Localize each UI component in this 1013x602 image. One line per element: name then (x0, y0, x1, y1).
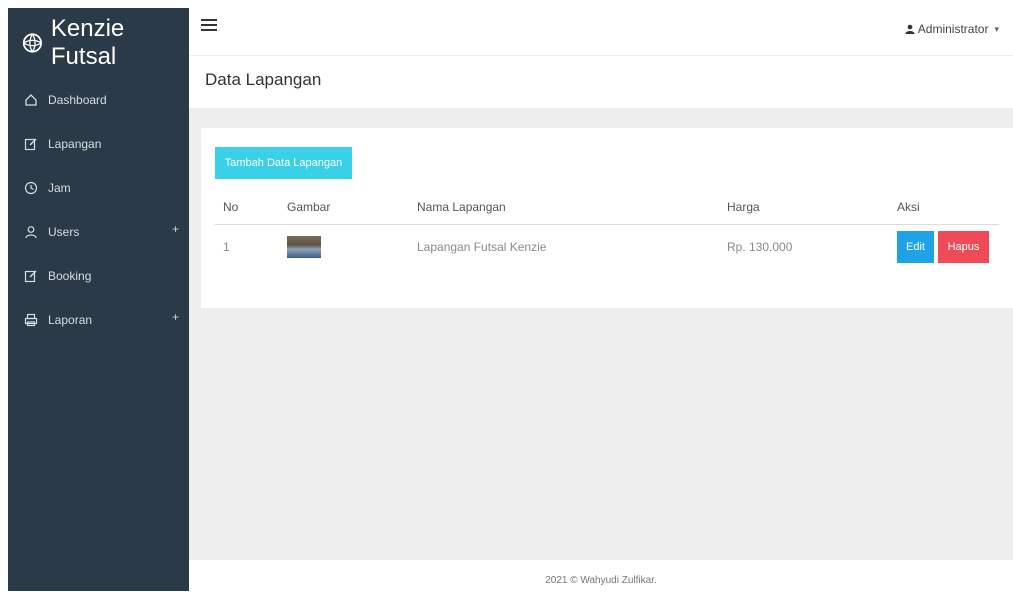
footer: 2021 © Wahyudi Zulfikar. (189, 560, 1013, 591)
column-header-harga: Harga (719, 190, 889, 225)
clock-icon (24, 181, 38, 195)
add-lapangan-button[interactable]: Tambah Data Lapangan (215, 147, 352, 179)
column-header-nama: Nama Lapangan (409, 190, 719, 225)
user-icon (905, 24, 915, 34)
cell-no: 1 (223, 240, 230, 254)
cell-harga: Rp. 130.000 (727, 240, 793, 254)
user-name: Administrator (917, 22, 989, 36)
lapangan-thumbnail (287, 236, 321, 258)
sidebar-item-lapangan[interactable]: Lapangan (8, 122, 189, 166)
table-header-row: No Gambar Nama Lapangan Harga Aksi (215, 190, 999, 225)
brand-name: Kenzie Futsal (50, 15, 125, 70)
table-row: 1 Lapangan Futsal Kenzie Rp. 130.000 Edi… (215, 225, 999, 270)
sidebar-item-booking[interactable]: Booking (8, 254, 189, 298)
menu-toggle-icon[interactable] (201, 19, 217, 33)
users-icon (25, 226, 37, 239)
cell-aksi: Edit Hapus (889, 225, 999, 270)
delete-button[interactable]: Hapus (938, 231, 989, 263)
sidebar: Kenzie Futsal Dashboard Lapangan Jam Use… (8, 8, 189, 591)
edit-icon (24, 270, 37, 283)
column-header-gambar: Gambar (279, 190, 409, 225)
topbar: Administrator ▾ (189, 8, 1013, 56)
chevron-down-icon: ▾ (994, 23, 999, 34)
sidebar-item-label: Users (48, 225, 80, 239)
sidebar-item-laporan[interactable]: Laporan + (8, 298, 189, 342)
printer-icon (24, 313, 38, 327)
sidebar-item-label: Jam (48, 181, 71, 195)
edit-button[interactable]: Edit (897, 231, 934, 263)
edit-icon (24, 138, 37, 151)
sidebar-item-jam[interactable]: Jam (8, 166, 189, 210)
user-menu[interactable]: Administrator ▾ (905, 22, 999, 36)
expand-icon[interactable]: + (172, 222, 179, 236)
data-panel: Tambah Data Lapangan No Gambar Nama Lapa… (201, 128, 1013, 308)
sidebar-item-label: Booking (48, 269, 92, 283)
futsal-ball-icon (22, 33, 43, 53)
page-header: Data Lapangan (189, 56, 1013, 108)
brand[interactable]: Kenzie Futsal (8, 8, 189, 78)
cell-gambar (279, 225, 409, 270)
home-icon (25, 94, 37, 106)
sidebar-item-dashboard[interactable]: Dashboard (8, 78, 189, 122)
cell-nama: Lapangan Futsal Kenzie (417, 240, 547, 254)
expand-icon[interactable]: + (172, 310, 179, 324)
lapangan-table: No Gambar Nama Lapangan Harga Aksi 1 Lap… (215, 190, 999, 269)
sidebar-item-label: Laporan (48, 313, 93, 327)
sidebar-item-label: Lapangan (48, 137, 102, 151)
column-header-no: No (215, 190, 279, 225)
content-area: Tambah Data Lapangan No Gambar Nama Lapa… (189, 108, 1013, 560)
footer-text: 2021 © Wahyudi Zulfikar. (545, 575, 657, 586)
page-title: Data Lapangan (205, 70, 322, 89)
column-header-aksi: Aksi (889, 190, 999, 225)
sidebar-item-label: Dashboard (48, 93, 107, 107)
sidebar-item-users[interactable]: Users + (8, 210, 189, 254)
